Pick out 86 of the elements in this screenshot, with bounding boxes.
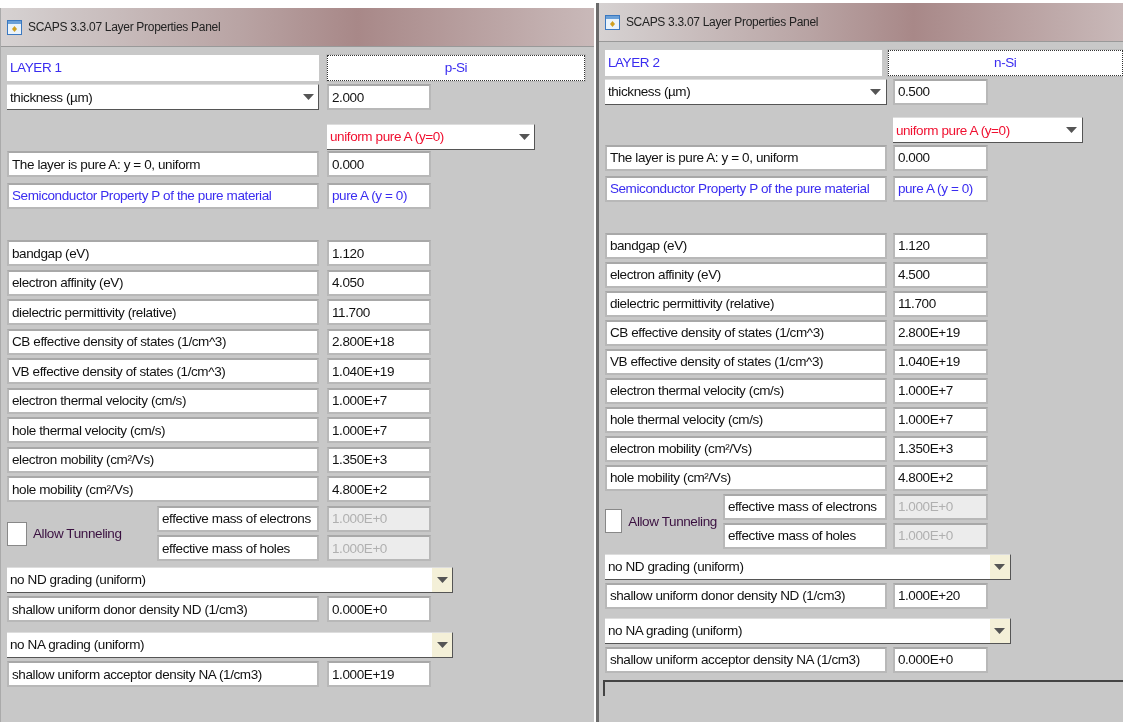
dropdown-arrow-icon: [518, 133, 530, 140]
semiconductor-value: pure A (y = 0): [327, 182, 431, 209]
property-field[interactable]: 11.700: [892, 290, 988, 317]
dropdown-arrow-icon: [994, 563, 1006, 570]
property-label: hole thermal velocity (cm/s): [7, 417, 319, 444]
tunneling-checkbox[interactable]: [7, 521, 27, 546]
window-title: SCAPS 3.3.07 Layer Properties Panel: [625, 15, 819, 29]
property-field[interactable]: 2.800E+19: [892, 319, 988, 346]
property-field[interactable]: 11.700: [327, 299, 431, 326]
property-label: bandgap (eV): [604, 232, 887, 259]
property-label: CB effective density of states (1/cm^3): [604, 319, 887, 346]
app-icon: [7, 19, 22, 35]
semiconductor-label: Semiconductor Property P of the pure material: [604, 175, 887, 202]
property-label: dielectric permittivity (relative): [7, 299, 319, 326]
dropdown-arrow-icon: [1066, 127, 1078, 133]
property-label: electron affinity (eV): [7, 269, 319, 296]
property-label: VB effective density of states (1/cm^3): [604, 348, 887, 375]
doping-label: shallow uniform acceptor density NA (1/cm3): [604, 646, 887, 673]
property-field[interactable]: 1.000E+7: [327, 387, 431, 414]
grading-dropdown[interactable]: no NA grading (uniform): [604, 617, 1011, 644]
property-field[interactable]: 1.000E+7: [327, 417, 431, 444]
property-label: electron thermal velocity (cm/s): [604, 377, 887, 404]
property-label: electron mobility (cm²/Vs): [7, 446, 319, 473]
property-label: hole thermal velocity (cm/s): [604, 406, 887, 433]
property-field[interactable]: 1.040E+19: [892, 348, 988, 375]
dropdown-arrow-icon: [436, 641, 448, 648]
doping-field[interactable]: 1.000E+19: [327, 661, 431, 688]
property-label: electron mobility (cm²/Vs): [604, 435, 887, 462]
property-label: VB effective density of states (1/cm^3): [7, 358, 319, 385]
semiconductor-value: pure A (y = 0): [892, 175, 988, 202]
tunneling-label: Allow Tunneling: [33, 526, 122, 541]
property-field[interactable]: 1.120: [327, 240, 431, 267]
app-icon: [604, 14, 620, 30]
property-label: CB effective density of states (1/cm^3): [7, 328, 319, 355]
layer-name: LAYER 1: [7, 54, 319, 81]
property-label: electron thermal velocity (cm/s): [7, 387, 319, 414]
property-field[interactable]: 1.350E+3: [327, 446, 431, 473]
mass-label: effective mass of holes: [157, 535, 319, 562]
mass-label: effective mass of electrons: [157, 505, 319, 532]
grading-dropdown[interactable]: no NA grading (uniform): [7, 631, 453, 658]
doping-label: shallow uniform acceptor density NA (1/cm3): [7, 661, 319, 688]
doping-field[interactable]: 1.000E+20: [892, 582, 988, 609]
property-label: hole mobility (cm²/Vs): [7, 476, 319, 503]
dropdown-arrow-icon: [302, 94, 314, 101]
window-title: SCAPS 3.3.07 Layer Properties Panel: [28, 20, 221, 34]
composition-dropdown[interactable]: uniform pure A (y=0): [892, 117, 1083, 143]
material-field[interactable]: p-Si: [327, 54, 585, 81]
mass-label: effective mass of electrons: [722, 493, 887, 520]
property-label: bandgap (eV): [7, 240, 319, 267]
thickness-field[interactable]: 2.000: [327, 84, 431, 111]
doping-field[interactable]: 0.000E+0: [892, 646, 988, 673]
property-label: dielectric permittivity (relative): [604, 290, 887, 317]
thickness-dropdown[interactable]: thickness (µm): [7, 84, 319, 111]
property-field[interactable]: 4.050: [327, 269, 431, 296]
property-field[interactable]: 4.800E+2: [892, 464, 988, 491]
property-field[interactable]: 4.500: [892, 261, 988, 288]
property-field[interactable]: 1.120: [892, 232, 988, 259]
property-label: electron affinity (eV): [604, 261, 887, 288]
composition-field[interactable]: 0.000: [327, 151, 431, 178]
thickness-field[interactable]: 0.500: [892, 78, 988, 105]
doping-label: shallow uniform donor density ND (1/cm3): [7, 596, 319, 623]
mass-label: effective mass of holes: [722, 522, 887, 549]
property-field[interactable]: 1.040E+19: [327, 358, 431, 385]
doping-label: shallow uniform donor density ND (1/cm3): [604, 582, 887, 609]
grading-dropdown[interactable]: no ND grading (uniform): [604, 553, 1011, 580]
property-label: hole mobility (cm²/Vs): [604, 464, 887, 491]
tunneling-label: Allow Tunneling: [628, 513, 717, 529]
property-field[interactable]: 1.350E+3: [892, 435, 988, 462]
composition-label: The layer is pure A: y = 0, uniform: [7, 151, 319, 178]
material-field[interactable]: n-Si: [887, 49, 1123, 76]
doping-field[interactable]: 0.000E+0: [327, 596, 431, 623]
dropdown-arrow-icon: [436, 576, 448, 583]
property-field[interactable]: 1.000E+7: [892, 406, 988, 433]
dropdown-arrow-icon: [870, 88, 882, 95]
semiconductor-label: Semiconductor Property P of the pure material: [7, 182, 319, 209]
dropdown-arrow-icon: [994, 627, 1006, 634]
composition-field[interactable]: 0.000: [892, 144, 988, 171]
grading-dropdown[interactable]: no ND grading (uniform): [7, 566, 453, 593]
property-field[interactable]: 2.800E+18: [327, 328, 431, 355]
composition-dropdown[interactable]: uniform pure A (y=0): [327, 123, 535, 150]
property-field[interactable]: 4.800E+2: [327, 476, 431, 503]
property-field[interactable]: 1.000E+7: [892, 377, 988, 404]
composition-label: The layer is pure A: y = 0, uniform: [604, 144, 887, 171]
tunneling-checkbox[interactable]: [604, 509, 623, 533]
thickness-dropdown[interactable]: thickness (µm): [604, 78, 887, 105]
layer-name: LAYER 2: [604, 49, 882, 76]
